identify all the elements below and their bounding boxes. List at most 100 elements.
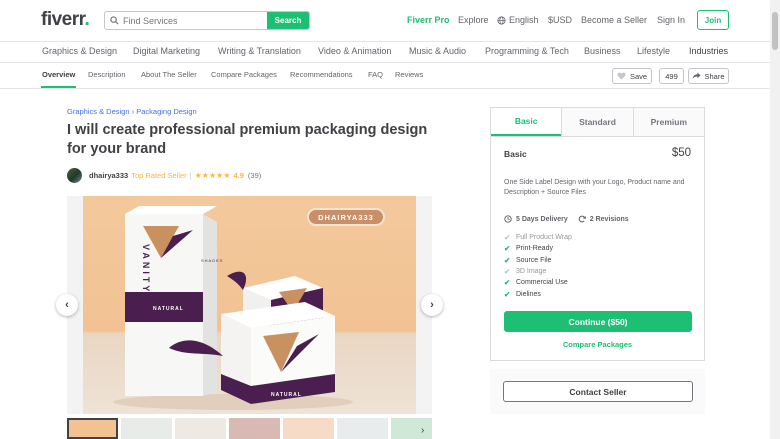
category-industries[interactable]: Industries: [689, 46, 728, 56]
front-box-label-text: NATURAL: [271, 392, 302, 398]
tab-overview[interactable]: Overview: [42, 70, 75, 79]
tab-standard[interactable]: Standard: [561, 108, 633, 136]
tab-description[interactable]: Description: [88, 70, 126, 79]
contact-seller-button[interactable]: Contact Seller: [503, 381, 693, 402]
feature-label: Print-Ready: [516, 245, 553, 253]
category-business[interactable]: Business: [584, 46, 621, 56]
breadcrumb-graphics-design[interactable]: Graphics & Design: [67, 107, 130, 116]
category-writing-translation[interactable]: Writing & Translation: [218, 46, 301, 56]
join-button[interactable]: Join: [697, 10, 729, 30]
search-button[interactable]: Search: [267, 12, 309, 29]
gig-gallery: DHAIRYA333 VANITY SHADES NATURAL NATURAL: [67, 196, 432, 414]
feature-item: ✔ Commercial Use: [504, 277, 572, 288]
fiverr-logo[interactable]: fiverr.: [41, 9, 90, 31]
breadcrumb-packaging-design[interactable]: Packaging Design: [136, 107, 196, 116]
feature-label: Dielines: [516, 290, 541, 298]
seller-level-badge: Top Rated Seller: [131, 170, 187, 180]
feature-label: 3D Image: [516, 268, 547, 276]
save-label: Save: [629, 71, 648, 81]
tab-about-seller[interactable]: About The Seller: [141, 70, 197, 79]
active-tab-underline: [41, 86, 76, 88]
check-icon: ✔: [504, 289, 511, 299]
tab-premium[interactable]: Premium: [632, 108, 704, 136]
breadcrumb-separator: ›: [131, 107, 135, 116]
package-features: ✔ Full Product Wrap ✔ Print-Ready ✔ Source …: [504, 232, 572, 300]
category-graphics-design[interactable]: Graphics & Design: [42, 46, 117, 56]
feature-item: ✔ Dielines: [504, 288, 572, 299]
category-digital-marketing[interactable]: Digital Marketing: [133, 46, 200, 56]
save-button[interactable]: Save: [612, 68, 652, 84]
box-sub-text: SHADES: [201, 258, 223, 263]
feature-item: ✔ 3D Image: [504, 266, 572, 277]
package-card: Basic Standard Premium Basic $50 One Sid…: [490, 107, 705, 361]
category-music-audio[interactable]: Music & Audio: [409, 46, 466, 56]
feature-label: Source File: [516, 256, 552, 264]
globe-icon: [497, 15, 506, 25]
nav-explore[interactable]: Explore: [458, 15, 489, 25]
search-bar: Search: [104, 11, 310, 30]
package-name: Basic: [504, 149, 527, 159]
gig-subnav: Overview Description About The Seller Co…: [0, 63, 780, 89]
review-count[interactable]: (39): [248, 171, 261, 180]
revision-count: 2 Revisions: [589, 215, 629, 223]
rating-stars: ★★★★★: [194, 170, 231, 180]
tab-faq[interactable]: FAQ: [368, 70, 383, 79]
clock-icon: [504, 215, 512, 223]
gig-title: I will create professional premium packa…: [67, 122, 428, 157]
search-input[interactable]: [121, 12, 271, 29]
nav-language[interactable]: English: [497, 15, 539, 25]
package-description: One Side Label Design with your Logo, Pr…: [504, 179, 685, 196]
logo-text: fiverr: [41, 9, 85, 30]
gallery-thumbnail[interactable]: [229, 418, 280, 439]
gallery-thumbnail[interactable]: [175, 418, 226, 439]
gallery-next-button[interactable]: ›: [421, 294, 443, 316]
category-lifestyle[interactable]: Lifestyle: [637, 46, 670, 56]
check-icon: ✔: [504, 233, 511, 243]
page-scrollbar[interactable]: [770, 0, 780, 439]
package-meta: 5 Days Delivery 2 Revisions: [504, 215, 629, 223]
category-menu: Graphics & Design Digital Marketing Writ…: [0, 42, 780, 63]
gallery-thumbnail[interactable]: [121, 418, 172, 439]
seller-avatar[interactable]: [67, 167, 82, 183]
nav-sign-in[interactable]: Sign In: [657, 15, 685, 25]
scrollbar-thumb[interactable]: [772, 12, 778, 50]
category-video-animation[interactable]: Video & Animation: [318, 46, 391, 56]
share-icon: [692, 72, 701, 80]
feature-item: ✔ Full Product Wrap: [504, 232, 572, 243]
thumbnails-next-icon[interactable]: ›: [421, 425, 424, 436]
gallery-prev-button[interactable]: ‹: [56, 294, 78, 316]
feature-item: ✔ Print-Ready: [504, 243, 572, 254]
tab-reviews[interactable]: Reviews: [395, 70, 423, 79]
gallery-thumbnail[interactable]: [67, 418, 118, 439]
gallery-thumbnail[interactable]: [337, 418, 388, 439]
breadcrumb: Graphics & Design › Packaging Design: [67, 107, 197, 116]
chevron-left-icon: ‹: [65, 299, 69, 311]
gallery-thumbnail[interactable]: [391, 418, 432, 439]
revisions-icon: [578, 215, 586, 223]
continue-button[interactable]: Continue ($50): [504, 311, 692, 332]
nav-currency[interactable]: $USD: [548, 15, 572, 25]
box-label-text: NATURAL: [153, 306, 184, 312]
feature-item: ✔ Source File: [504, 255, 572, 266]
nav-become-seller[interactable]: Become a Seller: [581, 15, 647, 25]
nav-fiverr-pro[interactable]: Fiverr Pro: [407, 15, 450, 25]
language-label: English: [509, 15, 539, 25]
share-button[interactable]: Share: [688, 68, 729, 84]
compare-packages-link[interactable]: Compare Packages: [491, 340, 704, 349]
top-header: fiverr. Search Fiverr Pro Explore Englis…: [0, 0, 780, 42]
chevron-right-icon: ›: [430, 299, 434, 311]
check-icon: ✔: [504, 244, 511, 254]
tab-recommendations[interactable]: Recommendations: [290, 70, 353, 79]
seller-overview: dhairya333 Top Rated Seller | ★★★★★ 4.9 …: [67, 167, 261, 183]
gallery-slide-image: DHAIRYA333 VANITY SHADES NATURAL NATURAL: [83, 196, 416, 414]
seller-name[interactable]: dhairya333: [89, 171, 128, 180]
tab-basic[interactable]: Basic: [491, 108, 562, 136]
box-brand-text: VANITY: [141, 244, 151, 294]
category-programming-tech[interactable]: Programming & Tech: [485, 46, 569, 56]
package-tabs: Basic Standard Premium: [491, 108, 704, 137]
check-icon: ✔: [504, 278, 511, 288]
heart-icon: [617, 72, 626, 80]
share-label: Share: [704, 71, 725, 81]
gallery-thumbnail[interactable]: [283, 418, 334, 439]
tab-compare-packages[interactable]: Compare Packages: [211, 70, 277, 79]
